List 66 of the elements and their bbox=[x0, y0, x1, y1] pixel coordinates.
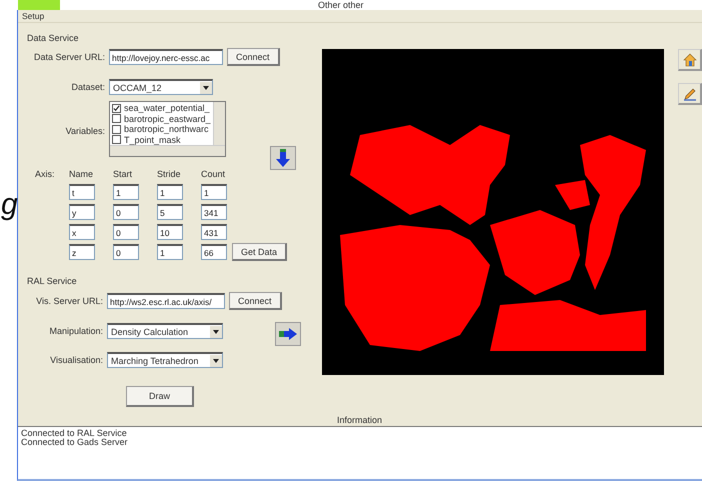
variable-name: barotropic_northwarc bbox=[124, 124, 209, 134]
field-label: Manipulation: bbox=[48, 326, 103, 336]
axis-field[interactable]: 431 bbox=[201, 224, 227, 240]
banner-block bbox=[18, 0, 60, 10]
draw-button[interactable]: Draw bbox=[126, 386, 194, 407]
connect-button[interactable]: Connect bbox=[227, 48, 280, 66]
log-line: Connected to Gads Server bbox=[21, 438, 129, 447]
caret-icon bbox=[200, 82, 212, 94]
axis-field[interactable]: 10 bbox=[157, 224, 183, 240]
axis-field[interactable]: 1 bbox=[157, 244, 183, 260]
url-field[interactable]: http://ws2.esc.rl.ac.uk/axis/ bbox=[107, 293, 225, 309]
manipulation-dropdown[interactable]: Density Calculation bbox=[107, 323, 223, 339]
scrollbar[interactable] bbox=[213, 102, 225, 145]
column-header: Start bbox=[113, 169, 134, 179]
column-header: Count bbox=[201, 169, 226, 179]
caret-icon bbox=[210, 354, 222, 366]
axis-field[interactable]: t bbox=[69, 184, 95, 200]
field-label: Vis. Server URL: bbox=[35, 296, 103, 306]
field-label: Visualisation: bbox=[49, 355, 103, 365]
home-button[interactable] bbox=[678, 49, 702, 71]
caret-icon bbox=[210, 326, 222, 338]
visualisation-dropdown[interactable]: Marching Tetrahedron bbox=[107, 352, 223, 368]
checkbox[interactable] bbox=[112, 124, 121, 134]
download-button[interactable] bbox=[270, 146, 296, 170]
checkbox[interactable] bbox=[112, 104, 121, 113]
checkbox[interactable] bbox=[112, 135, 121, 144]
right-arrow-icon bbox=[279, 328, 297, 340]
pencil-icon bbox=[682, 86, 696, 100]
column-header: Axis: bbox=[34, 169, 56, 179]
axis-field[interactable]: y bbox=[69, 204, 95, 220]
axis-field[interactable]: 0 bbox=[113, 244, 139, 260]
scrollbar[interactable] bbox=[110, 145, 225, 156]
axis-field[interactable]: 0 bbox=[113, 224, 139, 240]
variables-list[interactable]: sea_water_potential_ barotropic_eastward_ barotropic_northwarc T_point_mask bbox=[109, 101, 226, 157]
column-header: Name bbox=[69, 169, 94, 179]
field-label: Data Server URL: bbox=[32, 52, 105, 62]
connect-button[interactable]: Connect bbox=[229, 292, 282, 310]
field-label: Dataset: bbox=[70, 82, 105, 92]
axis-field[interactable]: x bbox=[69, 224, 95, 240]
column-header: Stride bbox=[157, 169, 182, 179]
axis-field[interactable]: 1 bbox=[113, 184, 139, 200]
axis-field[interactable]: 5 bbox=[157, 204, 183, 220]
section-heading: RAL Service bbox=[27, 275, 78, 288]
edit-button[interactable] bbox=[678, 83, 702, 105]
get-data-button[interactable]: Get Data bbox=[232, 243, 288, 261]
panel-title: Information bbox=[337, 414, 382, 426]
down-arrow-icon bbox=[276, 149, 290, 167]
field-label: Variables: bbox=[64, 126, 105, 136]
log-line: Connected to RAL Service bbox=[21, 429, 128, 438]
send-button[interactable] bbox=[275, 322, 301, 346]
dataset-dropdown[interactable]: OCCAM_12 bbox=[109, 79, 213, 95]
home-icon bbox=[682, 52, 696, 66]
section-heading: Data Service bbox=[27, 32, 80, 45]
axis-field[interactable]: 0 bbox=[113, 204, 139, 220]
variable-name: sea_water_potential_ bbox=[124, 103, 210, 114]
axis-field[interactable]: z bbox=[69, 244, 95, 260]
axis-field[interactable]: 1 bbox=[157, 184, 183, 200]
url-field[interactable]: http://lovejoy.nerc-essc.ac bbox=[109, 49, 223, 65]
axis-field[interactable]: 341 bbox=[201, 204, 227, 220]
variable-name: barotropic_eastward_ bbox=[124, 114, 211, 124]
axis-field[interactable]: 1 bbox=[201, 184, 227, 200]
window-title: Setup bbox=[22, 11, 44, 21]
variable-name: T_point_mask bbox=[124, 134, 181, 145]
checkbox[interactable] bbox=[112, 114, 121, 124]
caption-text: Other other bbox=[318, 0, 364, 10]
axis-field[interactable]: 66 bbox=[201, 244, 227, 260]
